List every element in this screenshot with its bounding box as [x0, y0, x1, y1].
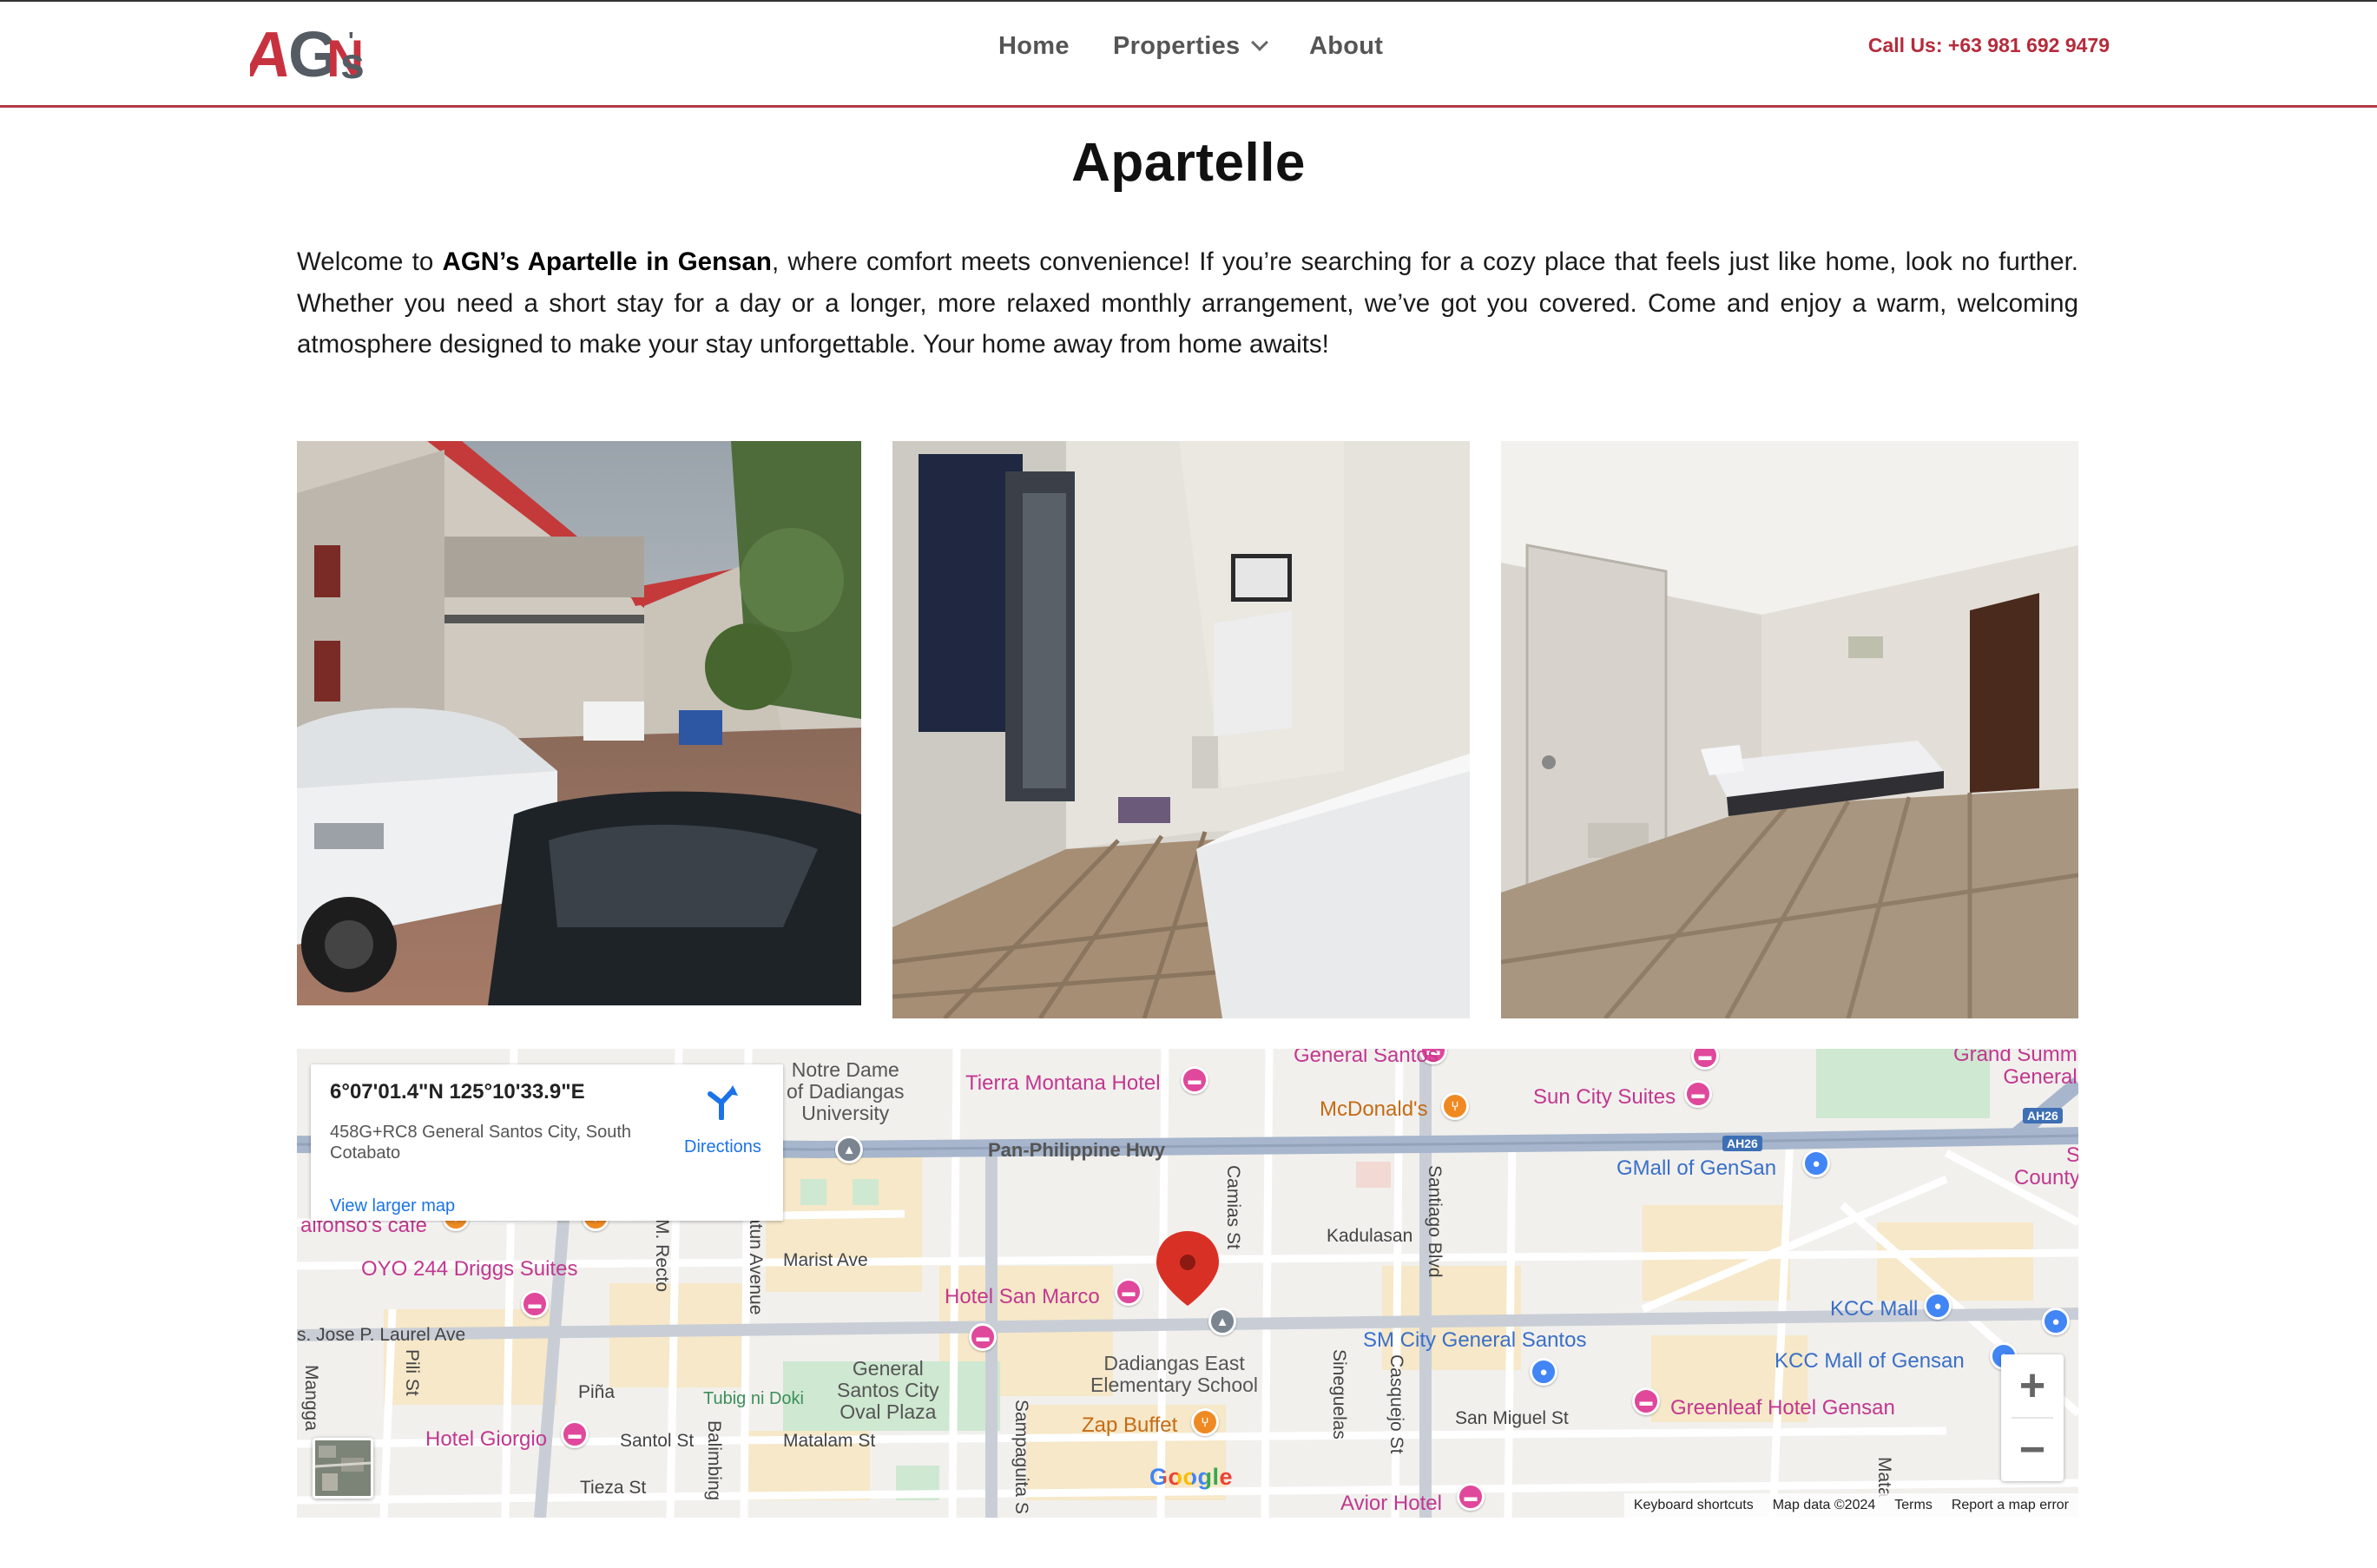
hotel-icon[interactable]: ▬: [1457, 1483, 1485, 1511]
school-icon[interactable]: ▲: [1208, 1308, 1236, 1335]
nav-about-label: About: [1309, 32, 1384, 60]
keyboard-shortcuts-link[interactable]: Keyboard shortcuts: [1624, 1498, 1763, 1513]
hotel-icon[interactable]: ▬: [521, 1290, 549, 1318]
map-label-county: S County: [2014, 1143, 2078, 1189]
satellite-toggle[interactable]: [313, 1438, 373, 1499]
address-text: 458G+RC8 General Santos City, South Cota…: [330, 1123, 632, 1163]
map-label-highway: Pan-Philippine Hwy: [988, 1139, 1166, 1161]
hotel-icon[interactable]: ▬: [1181, 1066, 1208, 1094]
shopping-icon[interactable]: ●: [2042, 1308, 2070, 1335]
building-exterior-photo[interactable]: [297, 441, 861, 1005]
map-label-tieza: Tieza St: [580, 1478, 647, 1498]
bedroom-photo[interactable]: [1501, 441, 2078, 1018]
map-label-camias: Camias St: [1223, 1165, 1243, 1249]
map-label-atun-avenue: atun Avenue: [746, 1214, 766, 1315]
chevron-down-icon: [1251, 34, 1269, 51]
map-label-marist: Marist Ave: [783, 1250, 868, 1270]
map-label-sineguelas: Sineguelas: [1329, 1349, 1349, 1440]
map-label-casquejo: Casquejo St: [1386, 1354, 1406, 1454]
call-us-link[interactable]: Call Us: +63 981 692 9479: [1868, 28, 2110, 63]
map-label-general-santos: General Santos: [1294, 1049, 1439, 1067]
nav-home-label: Home: [998, 32, 1070, 60]
directions-icon[interactable]: [703, 1084, 740, 1120]
room-entrance-photo[interactable]: [892, 441, 1470, 1018]
map-label-mata: Mata: [1874, 1457, 1894, 1498]
shopping-icon[interactable]: ●: [1924, 1292, 1952, 1320]
place-info-card: 6°07'01.4"N 125°10'33.9"E 458G+RC8 Gener…: [311, 1064, 783, 1221]
map-data-text: Map data ©2024: [1772, 1498, 1876, 1512]
nav-home[interactable]: Home: [998, 26, 1070, 66]
page-title: Apartelle: [1071, 133, 1306, 193]
map-label-tubig: Tubig ni Doki: [703, 1389, 804, 1408]
map-label-tierra-montana: Tierra Montana Hotel: [965, 1071, 1161, 1095]
map-label-kcc-mall: KCC Mall: [1830, 1297, 1919, 1321]
map-label-san-marco: Hotel San Marco: [945, 1285, 1100, 1308]
map-label-kadulasan: Kadulasan: [1327, 1226, 1413, 1246]
map-label-avior: Avior Hotel: [1340, 1492, 1442, 1515]
map-label-hotel-giorgio: Hotel Giorgio: [425, 1427, 548, 1451]
map-label-mangga: Mangga: [301, 1365, 321, 1431]
site-header: A G N ' s Home Properties About Call Us:…: [0, 2, 2377, 108]
map-label-sm-city: SM City General Santos: [1363, 1328, 1587, 1352]
map-label-san-miguel: San Miguel St: [1455, 1408, 1569, 1428]
hotel-icon[interactable]: ▬: [561, 1420, 589, 1448]
hotel-icon[interactable]: ▬: [969, 1323, 997, 1351]
intro-text-start: Welcome to: [297, 247, 443, 276]
shopping-icon[interactable]: ●: [1802, 1150, 1830, 1177]
school-icon[interactable]: ▲: [835, 1136, 863, 1163]
terms-link[interactable]: Terms: [1885, 1498, 1942, 1513]
map-label-zap-buffet: Zap Buffet: [1082, 1413, 1178, 1437]
highway-shield: AH26: [2023, 1108, 2063, 1123]
map-label-gmall: GMall of GenSan: [1616, 1156, 1777, 1180]
map-label-dadiangas-east: Dadiangas East Elementary School: [1090, 1352, 1259, 1396]
hotel-icon[interactable]: ▬: [1632, 1387, 1660, 1415]
map-label-santol: Santol St: [620, 1431, 695, 1451]
map-label-m-recto: M. Recto: [652, 1219, 672, 1293]
nav-properties[interactable]: Properties: [1113, 26, 1269, 66]
map-label-grand-summ: Grand Summ General: [1953, 1049, 2077, 1089]
nav-properties-label: Properties: [1113, 32, 1241, 60]
restaurant-icon[interactable]: ⑂: [1191, 1408, 1219, 1436]
map-label-oval-plaza: General Santos City Oval Plaza: [837, 1357, 939, 1423]
map-label-santiago: Santiago Blvd: [1425, 1165, 1445, 1278]
highway-shield: AH26: [1722, 1136, 1762, 1151]
zoom-out-button[interactable]: −: [2001, 1419, 2064, 1481]
shopping-icon[interactable]: ●: [1530, 1358, 1557, 1386]
intro-paragraph: Welcome to AGN’s Apartelle in Gensan, wh…: [297, 241, 2078, 366]
report-map-error-link[interactable]: Report a map error: [1942, 1498, 2078, 1513]
embedded-map[interactable]: AH26 AH26 ▬ ▬ ▬ ⑂ ▬ ● ▲ ▲ ⑂ ⑂ ▬ ▬ ▬ ● ● …: [297, 1049, 2078, 1518]
map-label-sun-city: Sun City Suites: [1533, 1085, 1676, 1109]
svg-text:s: s: [340, 39, 363, 83]
coordinates-text: 6°07'01.4"N 125°10'33.9"E: [330, 1080, 585, 1104]
view-larger-map-link[interactable]: View larger map: [330, 1196, 455, 1216]
map-attribution: Keyboard shortcuts Map data ©2024 Terms …: [1623, 1493, 2078, 1518]
nav-about[interactable]: About: [1309, 26, 1383, 66]
map-label-greenleaf: Greenleaf Hotel Gensan: [1670, 1396, 1895, 1420]
map-label-balimbing: Balimbing: [704, 1420, 724, 1501]
google-logo-text: Google: [1149, 1464, 1233, 1490]
restaurant-icon[interactable]: ⑂: [1441, 1092, 1469, 1120]
google-logo: Google: [1149, 1464, 1233, 1491]
zoom-controls: + −: [2001, 1354, 2064, 1481]
site-logo[interactable]: A G N ' s: [250, 9, 363, 83]
hotel-icon[interactable]: ▬: [1115, 1278, 1142, 1306]
map-label-matalam: Matalam St: [783, 1431, 876, 1451]
map-label-kcc-gensan: KCC Mall of Gensan: [1775, 1349, 1965, 1373]
map-label-oyo: OYO 244 Driggs Suites: [361, 1257, 578, 1281]
map-label-university: Notre Dame of Dadiangas University: [787, 1058, 905, 1124]
map-label-mcdonalds: McDonald's: [1320, 1097, 1428, 1121]
directions-button[interactable]: Directions: [684, 1137, 761, 1157]
map-label-jose-laurel: s. Jose P. Laurel Ave: [297, 1325, 466, 1345]
map-label-pina: Piña: [578, 1382, 616, 1402]
zoom-in-button[interactable]: +: [2001, 1354, 2064, 1417]
map-label-sampaguita: Sampaguita S: [1011, 1400, 1031, 1514]
intro-brand: AGN’s Apartelle in Gensan: [442, 247, 772, 276]
map-label-pili: Pili St: [402, 1349, 422, 1396]
hotel-icon[interactable]: ▬: [1684, 1080, 1712, 1108]
